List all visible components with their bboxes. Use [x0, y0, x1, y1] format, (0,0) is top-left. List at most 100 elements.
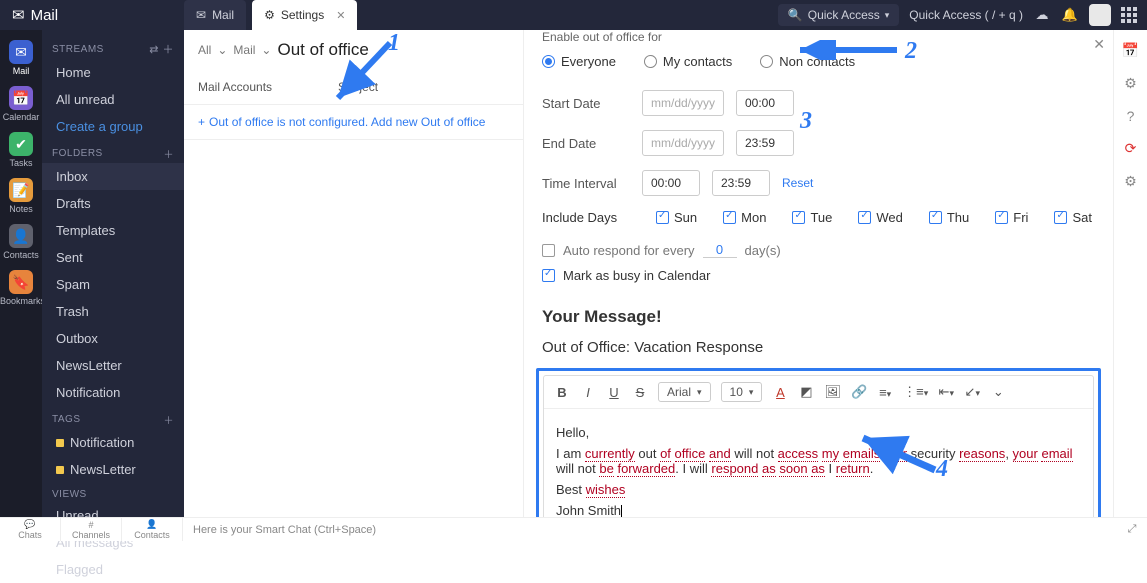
tab-mail[interactable]: ✉ Mail	[184, 0, 246, 30]
interval-from-input[interactable]	[642, 170, 700, 196]
sidebar-tag-newsletter[interactable]: NewsLetter	[42, 456, 184, 483]
sidebar-item-outbox[interactable]: Outbox	[42, 325, 184, 352]
include-days-label: Include Days	[542, 210, 630, 225]
more-button[interactable]: ⌄	[990, 384, 1006, 400]
cloud-icon[interactable]: ☁	[1033, 7, 1051, 23]
rail-mail[interactable]: ✉ Mail	[0, 34, 42, 80]
sidebar-item-trash[interactable]: Trash	[42, 298, 184, 325]
activity-icon[interactable]: ⟳	[1125, 140, 1137, 157]
start-date-input[interactable]	[642, 90, 724, 116]
quick-access-search[interactable]: 🔍 Quick Access ▾	[778, 4, 900, 26]
add-icon[interactable]: ＋	[164, 412, 175, 427]
rail-tasks[interactable]: ✔ Tasks	[0, 126, 42, 172]
tab-settings[interactable]: ⚙ Settings ✕	[252, 0, 357, 30]
chk-fri[interactable]: Fri	[995, 210, 1028, 225]
chk-thu[interactable]: Thu	[929, 210, 969, 225]
add-icon[interactable]: ＋	[164, 146, 175, 161]
breadcrumb: All ⌄ Mail ⌄ Out of office	[184, 30, 523, 70]
bottom-bar: 💬Chats #Channels 👤Contacts Here is your …	[0, 517, 1147, 541]
sidebar-view-flagged[interactable]: Flagged	[42, 556, 184, 583]
add-out-of-office-link[interactable]: +Out of office is not configured. Add ne…	[184, 105, 523, 140]
sidebar-item-create-group[interactable]: Create a group	[42, 113, 184, 140]
apps-grid-icon[interactable]	[1121, 7, 1137, 23]
sidebar-item-templates[interactable]: Templates	[42, 217, 184, 244]
chk-sun[interactable]: Sun	[656, 210, 697, 225]
radio-non-contacts[interactable]: Non contacts	[760, 54, 855, 69]
close-panel-icon[interactable]: ✕	[1093, 36, 1105, 53]
bold-button[interactable]: B	[554, 385, 570, 400]
sidebar-item-spam[interactable]: Spam	[42, 271, 184, 298]
font-size-select[interactable]: 10▾	[721, 382, 763, 402]
chevron-down-icon: ⌄	[261, 43, 271, 57]
subject-value[interactable]: Out of Office: Vacation Response	[542, 335, 1095, 368]
editor-body[interactable]: Hello, I am currently out of office and …	[544, 409, 1093, 535]
channels-icon: #	[88, 520, 93, 530]
interval-to-input[interactable]	[712, 170, 770, 196]
bottom-channels[interactable]: #Channels	[61, 518, 122, 541]
list-button[interactable]: ⋮≡▾	[903, 384, 928, 400]
gear-icon[interactable]: ⚙	[1124, 75, 1137, 92]
strike-button[interactable]: S	[632, 385, 648, 400]
text-color-button[interactable]: A	[772, 385, 788, 400]
sidebar-item-drafts[interactable]: Drafts	[42, 190, 184, 217]
indent-button[interactable]: ⇤▾	[938, 384, 954, 400]
calendar-icon[interactable]: 📅	[1122, 42, 1139, 59]
start-date-label: Start Date	[542, 96, 630, 111]
help-icon[interactable]: ?	[1127, 108, 1135, 124]
smart-chat-hint[interactable]: Here is your Smart Chat (Ctrl+Space)	[183, 518, 1117, 541]
auto-respond-days-input[interactable]	[703, 242, 737, 258]
start-time-input[interactable]	[736, 90, 794, 116]
editor-highlight: B I U S Arial▾ 10▾ A ◩ 🖼 🔗 ≡▾ ⋮≡▾ ⇤▾ ↙▾	[536, 368, 1101, 541]
italic-button[interactable]: I	[580, 385, 596, 400]
rail-bookmarks[interactable]: 🔖 Bookmarks	[0, 264, 42, 310]
sidebar-item-inbox[interactable]: Inbox	[42, 163, 184, 190]
notes-icon: 📝	[9, 178, 33, 202]
align-button[interactable]: ≡▾	[877, 385, 893, 400]
chk-mark-busy[interactable]	[542, 269, 555, 282]
end-time-input[interactable]	[736, 130, 794, 156]
sidebar-item-all-unread[interactable]: All unread	[42, 86, 184, 113]
widget-gear-icon[interactable]: ⚙	[1124, 173, 1137, 190]
bottom-contacts[interactable]: 👤Contacts	[122, 518, 183, 541]
col-mail-accounts: Mail Accounts	[198, 80, 338, 94]
rail-calendar[interactable]: 📅 Calendar	[0, 80, 42, 126]
chk-auto-respond[interactable]	[542, 244, 555, 257]
bell-icon[interactable]: 🔔	[1061, 7, 1079, 23]
image-button[interactable]: 🖼	[824, 384, 841, 400]
chk-wed[interactable]: Wed	[858, 210, 903, 225]
radio-my-contacts[interactable]: My contacts	[644, 54, 732, 69]
sidebar-item-home[interactable]: Home	[42, 59, 184, 86]
font-family-select[interactable]: Arial▾	[658, 382, 711, 402]
end-date-input[interactable]	[642, 130, 724, 156]
crumb-all[interactable]: All	[198, 43, 211, 57]
sidebar: New Mail ▾ STREAMS ⇄ ＋ Home All unread C…	[42, 0, 184, 541]
enable-label: Enable out of office for	[542, 30, 1095, 50]
app-rail: ✉ Mail 📅 Calendar ✔ Tasks 📝 Notes 👤 Cont…	[0, 0, 42, 541]
rail-contacts[interactable]: 👤 Contacts	[0, 218, 42, 264]
sidebar-item-sent[interactable]: Sent	[42, 244, 184, 271]
rail-notes[interactable]: 📝 Notes	[0, 172, 42, 218]
reset-link[interactable]: Reset	[782, 176, 813, 190]
add-icon[interactable]: ＋	[163, 44, 175, 56]
underline-button[interactable]: U	[606, 385, 622, 400]
end-date-label: End Date	[542, 136, 630, 151]
tag-dot-icon	[56, 439, 64, 447]
filter-icon[interactable]: ⇄	[149, 44, 159, 56]
chk-mon[interactable]: Mon	[723, 210, 766, 225]
sidebar-item-newsletter[interactable]: NewsLetter	[42, 352, 184, 379]
sidebar-item-notification[interactable]: Notification	[42, 379, 184, 406]
crumb-mail[interactable]: Mail	[233, 43, 255, 57]
chk-sat[interactable]: Sat	[1054, 210, 1092, 225]
close-tab-icon[interactable]: ✕	[336, 9, 345, 22]
radio-everyone[interactable]: Everyone	[542, 54, 616, 69]
direction-button[interactable]: ↙▾	[964, 384, 980, 400]
expand-icon[interactable]: ⤢	[1117, 518, 1147, 541]
sidebar-tag-notification[interactable]: Notification	[42, 429, 184, 456]
link-button[interactable]: 🔗	[851, 384, 867, 400]
chk-tue[interactable]: Tue	[792, 210, 832, 225]
section-streams: STREAMS ⇄ ＋	[42, 35, 184, 59]
avatar[interactable]	[1089, 4, 1111, 26]
bottom-chats[interactable]: 💬Chats	[0, 518, 61, 541]
highlight-button[interactable]: ◩	[798, 384, 814, 400]
chevron-down-icon: ▾	[749, 387, 754, 398]
